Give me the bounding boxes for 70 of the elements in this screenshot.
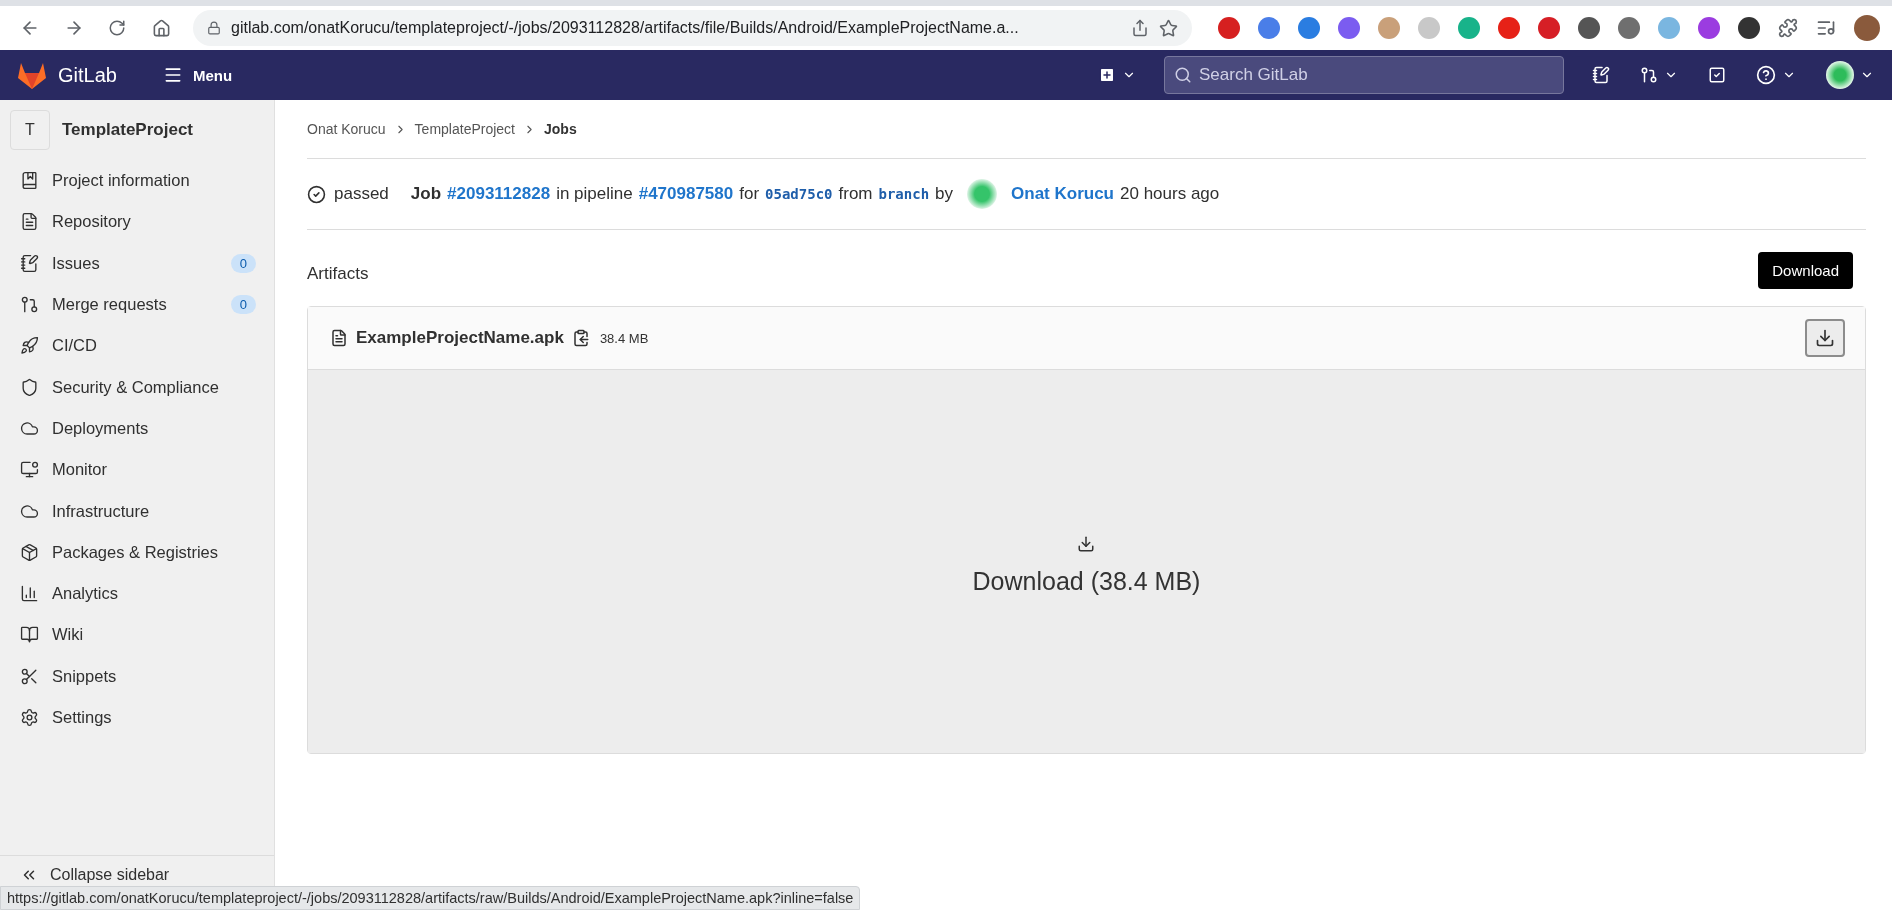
breadcrumb-link[interactable]: TemplateProject	[414, 121, 515, 137]
help-icon	[1756, 65, 1776, 85]
sidebar-item[interactable]: Analytics	[0, 572, 274, 615]
link-preview-tooltip: https://gitlab.com/onatKorucu/templateproject/-/jobs/2093112828/artifacts/raw/Builds/Android/ExampleProjectName.apk?inline=false	[0, 886, 861, 910]
download-link[interactable]: Download (38.4 MB)	[972, 535, 1201, 596]
puzzle-icon[interactable]	[1778, 18, 1799, 38]
chart-icon	[20, 584, 39, 604]
sidebar-item[interactable]: Wiki	[0, 614, 274, 656]
scissors-icon	[20, 666, 39, 686]
sidebar-item[interactable]: Project information	[0, 160, 274, 202]
sidebar-item[interactable]: Monitor	[0, 449, 274, 491]
file-icon	[330, 329, 348, 347]
home-icon	[151, 18, 171, 38]
sidebar-item[interactable]: Repository	[0, 201, 274, 243]
branch-link[interactable]: branch	[878, 186, 930, 202]
project-name[interactable]: TemplateProject	[62, 120, 193, 140]
brand-name[interactable]: GitLab	[58, 63, 117, 87]
download-icon	[1815, 328, 1835, 348]
sidebar-item[interactable]: Security & Compliance	[0, 366, 274, 408]
file-name: ExampleProjectName.apk	[356, 328, 564, 348]
breadcrumb-link[interactable]: Onat Korucu	[307, 121, 386, 137]
monitor-icon	[20, 460, 39, 480]
user-avatar	[1826, 61, 1854, 89]
search-field[interactable]: Search GitLab	[1164, 56, 1564, 94]
check-circle-icon	[307, 184, 326, 204]
sidebar-item[interactable]: Infrastructure	[0, 490, 274, 532]
merge-icon	[20, 295, 39, 315]
sidebar-item[interactable]: Settings	[0, 696, 274, 739]
count-badge: 0	[230, 253, 256, 273]
extension-icon[interactable]	[1578, 17, 1601, 39]
status-label: passed	[334, 184, 389, 204]
avatar-icon[interactable]	[1854, 15, 1881, 41]
merge-icon	[1640, 66, 1658, 84]
breadcrumb-link[interactable]: Jobs	[544, 121, 577, 137]
file-icon	[20, 212, 39, 232]
job-summary: Job #2093112828 in pipeline #470987580 for 05ad75c0 from branch by Onat Korucu 20 hours ago	[410, 179, 1220, 209]
sidebar-item[interactable]: Packages & Registries	[0, 531, 274, 573]
section-heading: Artifacts	[307, 264, 369, 284]
download-button[interactable]	[1805, 319, 1845, 357]
share-icon[interactable]	[1131, 19, 1150, 37]
rocket-icon	[20, 336, 39, 356]
book-icon	[20, 171, 39, 191]
shield-icon	[20, 377, 39, 397]
sidebar-item[interactable]: Issues 0	[0, 242, 274, 284]
plus-icon	[1098, 66, 1116, 84]
reload-icon	[108, 19, 127, 37]
file-size: 38.4 MB	[599, 330, 649, 346]
download-icon	[1077, 535, 1096, 553]
star-icon[interactable]	[1159, 18, 1179, 38]
count-badge: 0	[230, 295, 256, 315]
sidebar-item[interactable]: Merge requests 0	[0, 283, 274, 326]
sidebar-item[interactable]: Deployments	[0, 407, 274, 450]
pipeline-link[interactable]: #470987580	[638, 184, 734, 204]
sidebar-item[interactable]: CI/CD	[0, 325, 274, 367]
commit-link[interactable]: 05ad75c0	[765, 186, 833, 202]
package-icon	[20, 542, 39, 562]
playlist-icon[interactable]	[1816, 18, 1837, 38]
sidebar-item[interactable]: Snippets	[0, 655, 274, 697]
tooltip: Download	[1758, 252, 1853, 289]
author-link[interactable]: Onat Korucu	[1011, 184, 1114, 204]
address-bar[interactable]: gitlab.com/onatKorucu/templateproject/-/jobs/2093112828/artifacts/file/Builds/Android/ExampleProjectName.a...	[193, 10, 1193, 46]
copy-icon[interactable]	[571, 329, 590, 347]
lock-icon	[207, 21, 221, 35]
job-link[interactable]: #2093112828	[447, 184, 551, 204]
book-icon	[20, 625, 39, 645]
menu-button[interactable]: Menu	[156, 61, 239, 89]
project-avatar[interactable]: T	[10, 110, 50, 150]
extension-icon[interactable]	[1738, 17, 1761, 39]
checkbox-icon	[1708, 66, 1726, 84]
settings-icon	[20, 708, 39, 727]
